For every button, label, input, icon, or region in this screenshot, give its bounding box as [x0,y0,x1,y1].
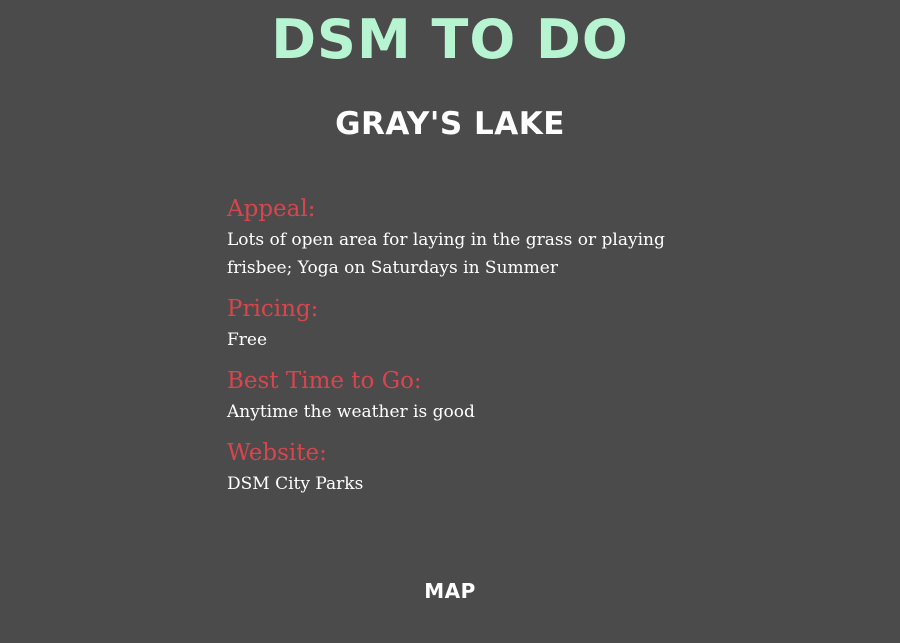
website-heading: Website: [227,440,327,466]
site-title: DSM TO DO [271,8,629,71]
best-time-heading: Best Time to Go: [227,368,422,394]
map-link[interactable]: MAP [0,578,900,604]
website-link[interactable]: DSM City Parks [227,470,687,498]
pricing-heading: Pricing: [227,296,319,322]
pricing-text: Free [227,330,268,350]
place-title: GRAY'S LAKE [335,106,565,142]
best-time-text: Anytime the weather is good [227,402,475,422]
appeal-heading: Appeal: [227,196,316,222]
pricing-section: Pricing: Free [227,292,687,354]
website-section: Website: DSM City Parks [227,436,687,498]
appeal-section: Appeal: Lots of open area for laying in … [227,192,687,282]
place-details: Appeal: Lots of open area for laying in … [227,192,687,508]
appeal-text: Lots of open area for laying in the gras… [227,230,665,278]
best-time-section: Best Time to Go: Anytime the weather is … [227,364,687,426]
